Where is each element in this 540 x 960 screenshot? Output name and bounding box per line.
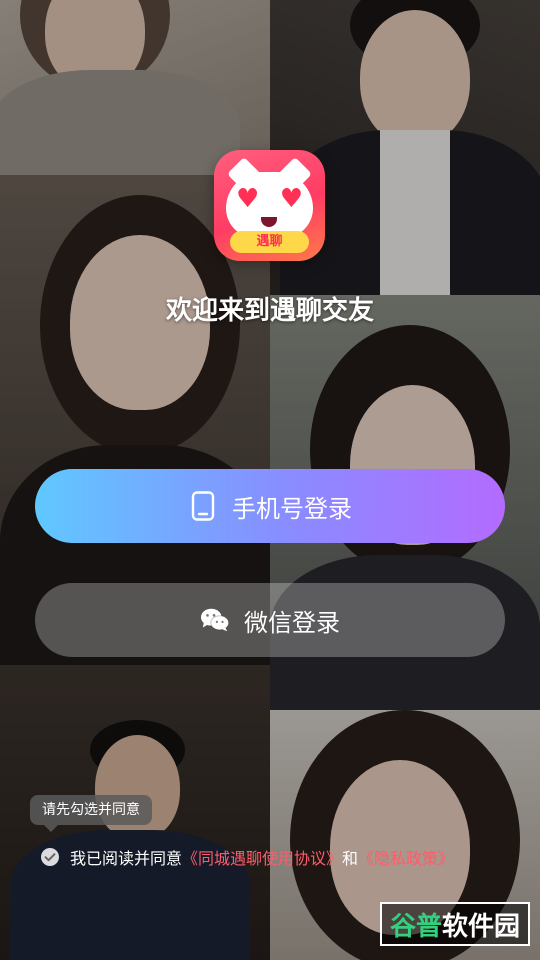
agreement-prefix: 我已阅读并同意: [70, 849, 183, 868]
agreement-tooltip: 请先勾选并同意: [30, 795, 152, 832]
agreement-checkbox[interactable]: [40, 847, 60, 867]
watermark-part1: 谷普: [389, 911, 442, 942]
heart-eye-left-icon: ♥: [236, 184, 260, 214]
check-circle-icon: [41, 848, 59, 866]
wechat-login-label: 微信登录: [244, 608, 340, 637]
agreement-row: 我已阅读并同意 《同城遇聊使用协议》 和 《隐私政策》: [40, 845, 454, 869]
site-watermark: 谷普 软件园: [379, 902, 530, 946]
user-agreement-link[interactable]: 《同城遇聊使用协议》: [182, 845, 342, 869]
privacy-policy-link[interactable]: 《隐私政策》: [358, 845, 454, 869]
phone-icon: [188, 491, 218, 521]
agreement-and: 和: [342, 849, 359, 868]
phone-login-label: 手机号登录: [232, 494, 352, 523]
welcome-title: 欢迎来到遇聊交友: [165, 296, 374, 326]
logo-text: 遇聊: [230, 231, 309, 253]
wechat-login-button[interactable]: 微信登录: [35, 583, 505, 657]
app-logo: ♥ ♥ 遇聊: [214, 150, 325, 261]
heart-eye-right-icon: ♥: [279, 184, 303, 214]
watermark-part2: 软件园: [441, 911, 520, 942]
phone-login-button[interactable]: 手机号登录: [35, 469, 505, 543]
wechat-icon: [200, 605, 230, 635]
